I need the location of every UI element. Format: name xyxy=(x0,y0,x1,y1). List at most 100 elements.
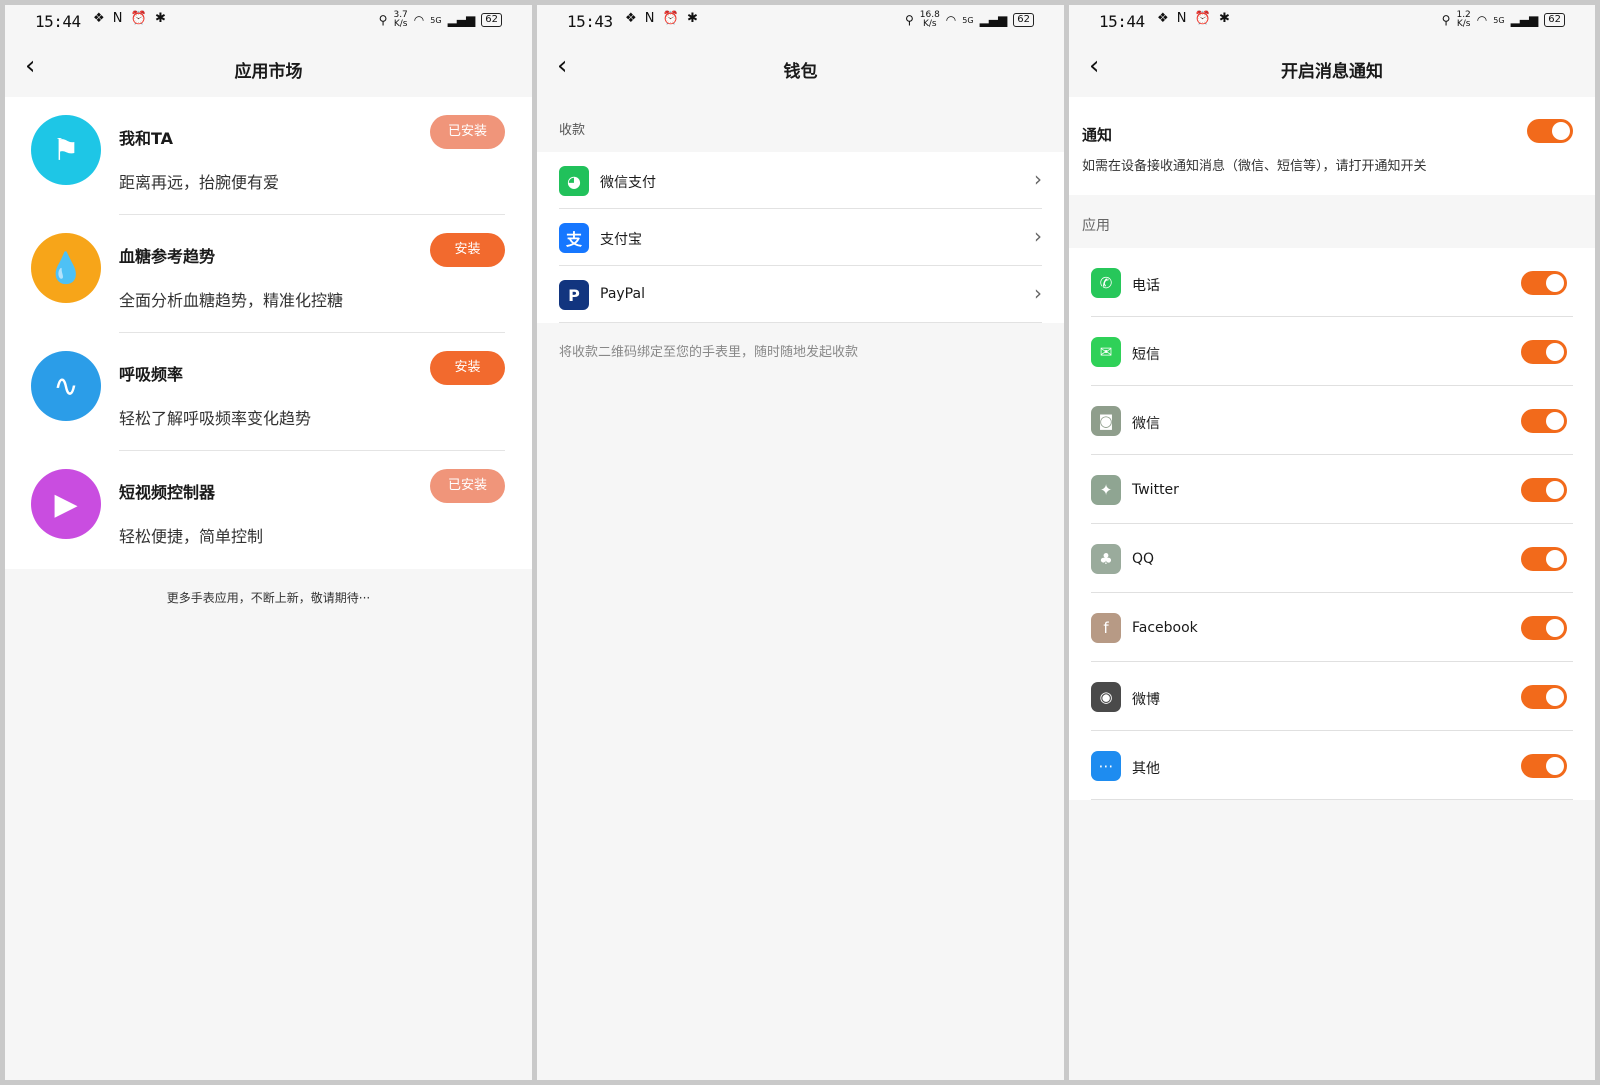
page-title: 开启消息通知 xyxy=(1281,62,1383,82)
divider xyxy=(1091,799,1573,800)
qq-icon: ♣ xyxy=(1091,544,1121,574)
location-icon: ⚲ xyxy=(904,13,914,27)
payment-list: ◕ 微信支付 › 支 支付宝 › P PayPal › xyxy=(537,152,1064,323)
payment-item-wechat[interactable]: ◕ 微信支付 › xyxy=(537,152,1064,209)
network-speed: 1.2 K/s xyxy=(1456,10,1471,29)
toggle-sms[interactable] xyxy=(1521,340,1567,364)
app-name: 血糖参考趋势 xyxy=(119,247,216,266)
page-title: 钱包 xyxy=(783,62,818,82)
wechat-icon: ◙ xyxy=(1091,406,1121,436)
app-desc: 轻松便捷，简单控制 xyxy=(119,527,264,546)
app-name: 短视频控制器 xyxy=(119,483,216,502)
status-notification-icons: ❖ N ⏰ ✱ xyxy=(1157,11,1232,26)
wifi-icon: ◠ xyxy=(945,13,957,27)
app-name: 呼吸频率 xyxy=(119,365,184,384)
breath-wave-icon: ∿ xyxy=(31,351,101,421)
payment-label: PayPal xyxy=(600,286,645,302)
app-desc: 轻松了解呼吸频率变化趋势 xyxy=(119,409,312,428)
network-type: 5G xyxy=(1493,15,1505,25)
notification-desc: 如需在设备接收通知消息（微信、短信等），请打开通知开关 xyxy=(1082,159,1427,174)
network-type: 5G xyxy=(962,15,974,25)
app-label: Twitter xyxy=(1132,482,1179,498)
signal-icon: ▂▄▆ xyxy=(979,13,1008,27)
app-label: 微博 xyxy=(1132,692,1160,708)
signal-icon: ▂▄▆ xyxy=(447,13,476,27)
wallet-screen: 15:43 ❖ N ⏰ ✱ ⚲ 16.8 K/s ◠ 5G ▂▄▆ 62 ‹ 钱包… xyxy=(537,5,1064,1080)
list-item-app[interactable]: ∿ 呼吸频率 轻松了解呼吸频率变化趋势 安装 xyxy=(5,333,532,451)
status-time: 15:43 xyxy=(567,12,613,31)
more-icon: ⋯ xyxy=(1091,751,1121,781)
divider xyxy=(559,322,1042,323)
nav-bar: ‹ 应用市场 xyxy=(5,35,532,97)
chevron-right-icon: › xyxy=(1034,167,1042,191)
toggle-wechat[interactable] xyxy=(1521,409,1567,433)
battery-indicator: 62 xyxy=(1013,13,1034,27)
status-time: 15:44 xyxy=(1099,12,1145,31)
notification-app-list: ✆ 电话 ✉ 短信 ◙ 微信 ✦ Twitter ♣ QQ f Facebook… xyxy=(1069,248,1595,800)
phone-icon: ✆ xyxy=(1091,268,1121,298)
section-label: 应用 xyxy=(1082,218,1110,234)
toggle-qq[interactable] xyxy=(1521,547,1567,571)
list-item-app[interactable]: ⚑ 我和TA 距离再远，抬腕便有爱 已安装 xyxy=(5,97,532,215)
status-bar: 15:44 ❖ N ⏰ ✱ ⚲ 3.7 K/s ◠ 5G ▂▄▆ 62 xyxy=(5,5,532,35)
facebook-icon: f xyxy=(1091,613,1121,643)
app-label: 微信 xyxy=(1132,416,1160,432)
app-label: Facebook xyxy=(1132,620,1198,636)
toggle-facebook[interactable] xyxy=(1521,616,1567,640)
payment-item-alipay[interactable]: 支 支付宝 › xyxy=(537,209,1064,266)
network-type: 5G xyxy=(430,15,442,25)
wifi-icon: ◠ xyxy=(1476,13,1488,27)
list-item-weibo: ◉ 微博 xyxy=(1069,662,1595,731)
app-label: 其他 xyxy=(1132,761,1160,777)
app-market-screen: 15:44 ❖ N ⏰ ✱ ⚲ 3.7 K/s ◠ 5G ▂▄▆ 62 ‹ 应用市… xyxy=(5,5,532,1080)
nav-bar: ‹ 开启消息通知 xyxy=(1069,35,1595,97)
installed-button[interactable]: 已安装 xyxy=(430,115,505,149)
wechat-pay-icon: ◕ xyxy=(559,166,589,196)
paypal-icon: P xyxy=(559,280,589,310)
status-notification-icons: ❖ N ⏰ ✱ xyxy=(625,11,700,26)
payment-label: 支付宝 xyxy=(600,232,642,248)
list-item-qq: ♣ QQ xyxy=(1069,524,1595,593)
twitter-icon: ✦ xyxy=(1091,475,1121,505)
status-bar: 15:44 ❖ N ⏰ ✱ ⚲ 1.2 K/s ◠ 5G ▂▄▆ 62 xyxy=(1069,5,1595,35)
network-speed: 3.7 K/s xyxy=(393,10,408,29)
installed-button[interactable]: 已安装 xyxy=(430,469,505,503)
notification-title: 通知 xyxy=(1082,126,1113,144)
location-icon: ⚲ xyxy=(1441,13,1451,27)
list-item-twitter: ✦ Twitter xyxy=(1069,455,1595,524)
payment-note: 将收款二维码绑定至您的手表里，随时随地发起收款 xyxy=(559,345,859,360)
list-item-app[interactable]: 💧 血糖参考趋势 全面分析血糖趋势，精准化控糖 安装 xyxy=(5,215,532,333)
blood-drop-icon: 💧 xyxy=(31,233,101,303)
section-label: 收款 xyxy=(559,123,586,138)
alipay-icon: 支 xyxy=(559,223,589,253)
toggle-other[interactable] xyxy=(1521,754,1567,778)
list-item-other: ⋯ 其他 xyxy=(1069,731,1595,800)
status-bar: 15:43 ❖ N ⏰ ✱ ⚲ 16.8 K/s ◠ 5G ▂▄▆ 62 xyxy=(537,5,1064,35)
toggle-weibo[interactable] xyxy=(1521,685,1567,709)
page-title: 应用市场 xyxy=(234,62,303,82)
app-list: ⚑ 我和TA 距离再远，抬腕便有爱 已安装 💧 血糖参考趋势 全面分析血糖趋势，… xyxy=(5,97,532,569)
battery-indicator: 62 xyxy=(1544,13,1565,27)
status-time: 15:44 xyxy=(35,12,81,31)
weibo-icon: ◉ xyxy=(1091,682,1121,712)
notification-settings-screen: 15:44 ❖ N ⏰ ✱ ⚲ 1.2 K/s ◠ 5G ▂▄▆ 62 ‹ 开启消… xyxy=(1069,5,1595,1080)
app-label: QQ xyxy=(1132,551,1155,567)
chevron-right-icon: › xyxy=(1034,281,1042,305)
payment-label: 微信支付 xyxy=(600,175,656,191)
sms-icon: ✉ xyxy=(1091,337,1121,367)
signal-icon: ▂▄▆ xyxy=(1510,13,1539,27)
list-item-sms: ✉ 短信 xyxy=(1069,317,1595,386)
app-desc: 全面分析血糖趋势，精准化控糖 xyxy=(119,291,344,310)
toggle-phone[interactable] xyxy=(1521,271,1567,295)
list-item-facebook: f Facebook xyxy=(1069,593,1595,662)
install-button[interactable]: 安装 xyxy=(430,351,505,385)
wifi-icon: ◠ xyxy=(413,13,425,27)
payment-item-paypal[interactable]: P PayPal › xyxy=(537,266,1064,323)
notification-master-toggle[interactable] xyxy=(1527,119,1573,143)
toggle-twitter[interactable] xyxy=(1521,478,1567,502)
list-item-app[interactable]: ▶ 短视频控制器 轻松便捷，简单控制 已安装 xyxy=(5,451,532,569)
location-icon: ⚲ xyxy=(378,13,388,27)
app-name: 我和TA xyxy=(119,129,174,148)
install-button[interactable]: 安装 xyxy=(430,233,505,267)
notification-master: 通知 如需在设备接收通知消息（微信、短信等），请打开通知开关 xyxy=(1069,97,1595,195)
